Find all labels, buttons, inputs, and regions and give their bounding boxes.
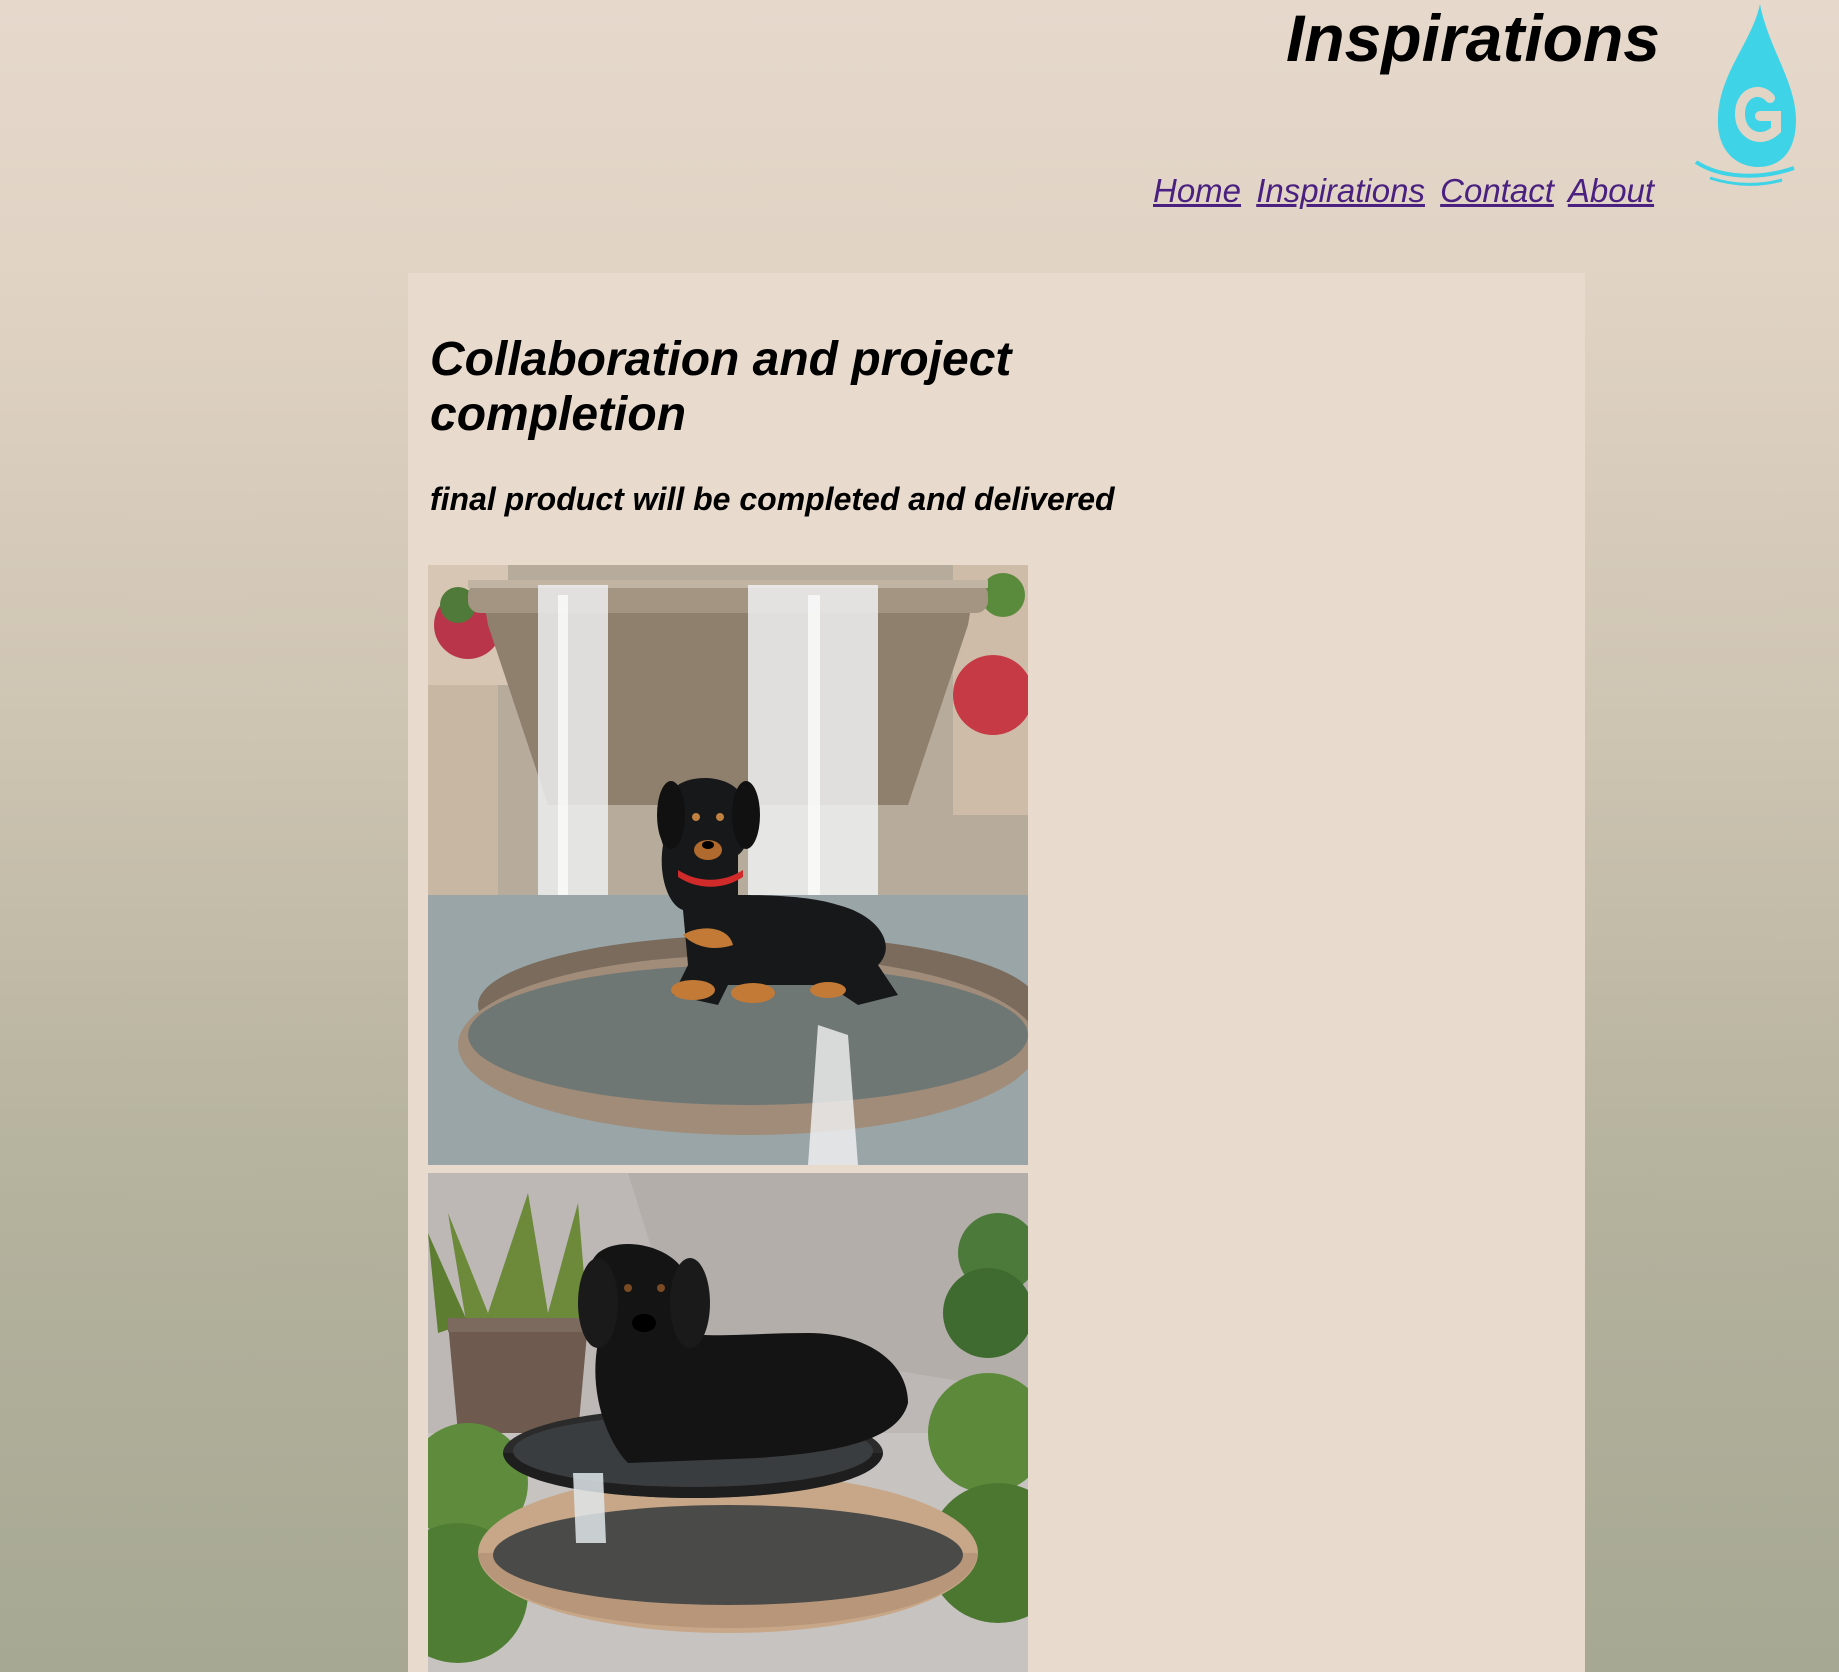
fountain-dog-photo-2 <box>428 1173 1028 1672</box>
nav-link-home[interactable]: Home <box>1153 172 1241 209</box>
water-drop-logo-icon[interactable] <box>1690 2 1800 188</box>
page-heading: Collaboration and project completion <box>430 333 1012 441</box>
fountain-dog-photo-1 <box>428 565 1028 1165</box>
nav-link-contact[interactable]: Contact <box>1440 172 1554 209</box>
content-panel: Collaboration and project completion fin… <box>408 273 1585 1672</box>
nav-link-about[interactable]: About <box>1568 172 1654 209</box>
nav-link-inspirations[interactable]: Inspirations <box>1256 172 1425 209</box>
main-nav: Home Inspirations Contact About <box>1153 172 1660 210</box>
site-title: Inspirations <box>1285 1 1660 75</box>
page-subheading: final product will be completed and deli… <box>430 481 1115 517</box>
